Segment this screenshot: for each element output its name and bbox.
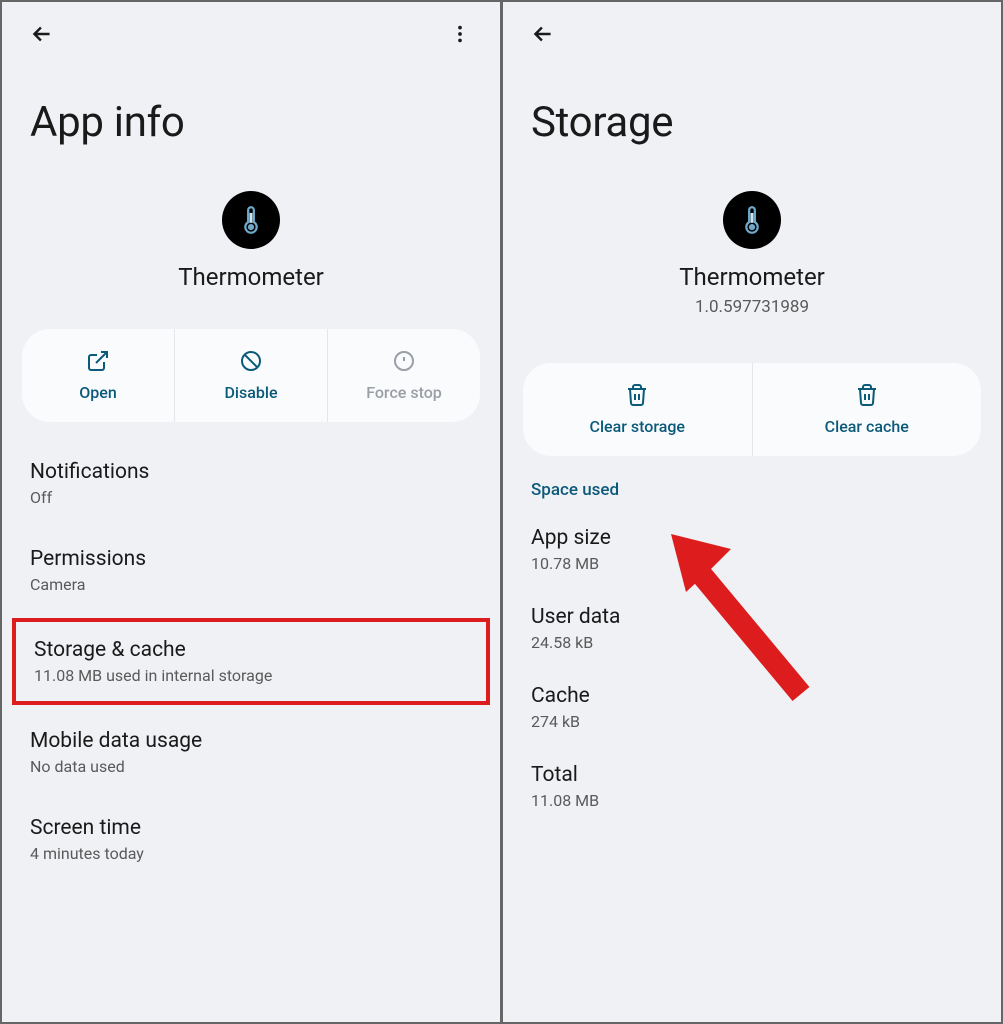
permissions-subtitle: Camera — [30, 575, 472, 594]
notifications-subtitle: Off — [30, 488, 472, 507]
app-icon — [723, 191, 781, 249]
clear-storage-button[interactable]: Clear storage — [523, 363, 753, 456]
mobile-data-title: Mobile data usage — [30, 729, 472, 753]
arrow-left-icon — [29, 21, 55, 47]
arrow-left-icon — [530, 21, 556, 47]
total-row: Total 11.08 MB — [503, 747, 1001, 826]
app-name: Thermometer — [178, 263, 324, 291]
total-value: 11.08 MB — [531, 791, 973, 810]
app-size-value: 10.78 MB — [531, 554, 973, 573]
back-button[interactable] — [521, 12, 565, 56]
app-header: Thermometer 1.0.597731989 — [503, 183, 1001, 337]
storage-screen: Storage Thermometer 1.0.597731989 Clear … — [503, 2, 1001, 1022]
notifications-item[interactable]: Notifications Off — [2, 440, 500, 527]
clear-storage-label: Clear storage — [590, 417, 685, 436]
app-header: Thermometer — [2, 183, 500, 311]
screen-time-item[interactable]: Screen time 4 minutes today — [2, 796, 500, 883]
trash-icon — [855, 383, 879, 407]
cache-row: Cache 274 kB — [503, 668, 1001, 747]
force-stop-icon — [392, 349, 416, 373]
thermometer-icon — [735, 203, 769, 237]
disable-icon — [239, 349, 263, 373]
topbar — [2, 2, 500, 58]
user-data-title: User data — [531, 605, 973, 629]
notifications-title: Notifications — [30, 460, 472, 484]
mobile-data-subtitle: No data used — [30, 757, 472, 776]
back-button[interactable] — [20, 12, 64, 56]
page-title: App info — [2, 58, 500, 183]
mobile-data-item[interactable]: Mobile data usage No data used — [2, 709, 500, 796]
permissions-item[interactable]: Permissions Camera — [2, 527, 500, 614]
trash-icon — [625, 383, 649, 407]
app-version: 1.0.597731989 — [695, 297, 809, 317]
storage-action-row: Clear storage Clear cache — [523, 363, 981, 456]
action-row: Open Disable Force stop — [22, 329, 480, 422]
open-label: Open — [79, 383, 117, 402]
clear-cache-button[interactable]: Clear cache — [753, 363, 982, 456]
storage-cache-item[interactable]: Storage & cache 11.08 MB used in interna… — [12, 618, 490, 705]
page-title: Storage — [503, 58, 1001, 183]
cache-value: 274 kB — [531, 712, 973, 731]
clear-cache-label: Clear cache — [825, 417, 909, 436]
force-stop-label: Force stop — [366, 383, 442, 402]
force-stop-button: Force stop — [328, 329, 480, 422]
cache-title: Cache — [531, 684, 973, 708]
more-vert-icon — [449, 23, 471, 45]
storage-cache-subtitle: 11.08 MB used in internal storage — [34, 666, 468, 685]
topbar — [503, 2, 1001, 58]
permissions-title: Permissions — [30, 547, 472, 571]
open-button[interactable]: Open — [22, 329, 175, 422]
user-data-row: User data 24.58 kB — [503, 589, 1001, 668]
open-icon — [86, 349, 110, 373]
app-size-row: App size 10.78 MB — [503, 510, 1001, 589]
user-data-value: 24.58 kB — [531, 633, 973, 652]
app-size-title: App size — [531, 526, 973, 550]
thermometer-icon — [234, 203, 268, 237]
overflow-menu-button[interactable] — [438, 12, 482, 56]
app-icon — [222, 191, 280, 249]
space-used-label: Space used — [503, 456, 1001, 510]
app-name: Thermometer — [679, 263, 825, 291]
app-info-screen: App info Thermometer Open Disable Force … — [2, 2, 500, 1022]
total-title: Total — [531, 763, 973, 787]
screen-time-subtitle: 4 minutes today — [30, 844, 472, 863]
screen-time-title: Screen time — [30, 816, 472, 840]
storage-cache-title: Storage & cache — [34, 638, 468, 662]
disable-button[interactable]: Disable — [175, 329, 328, 422]
disable-label: Disable — [224, 383, 277, 402]
